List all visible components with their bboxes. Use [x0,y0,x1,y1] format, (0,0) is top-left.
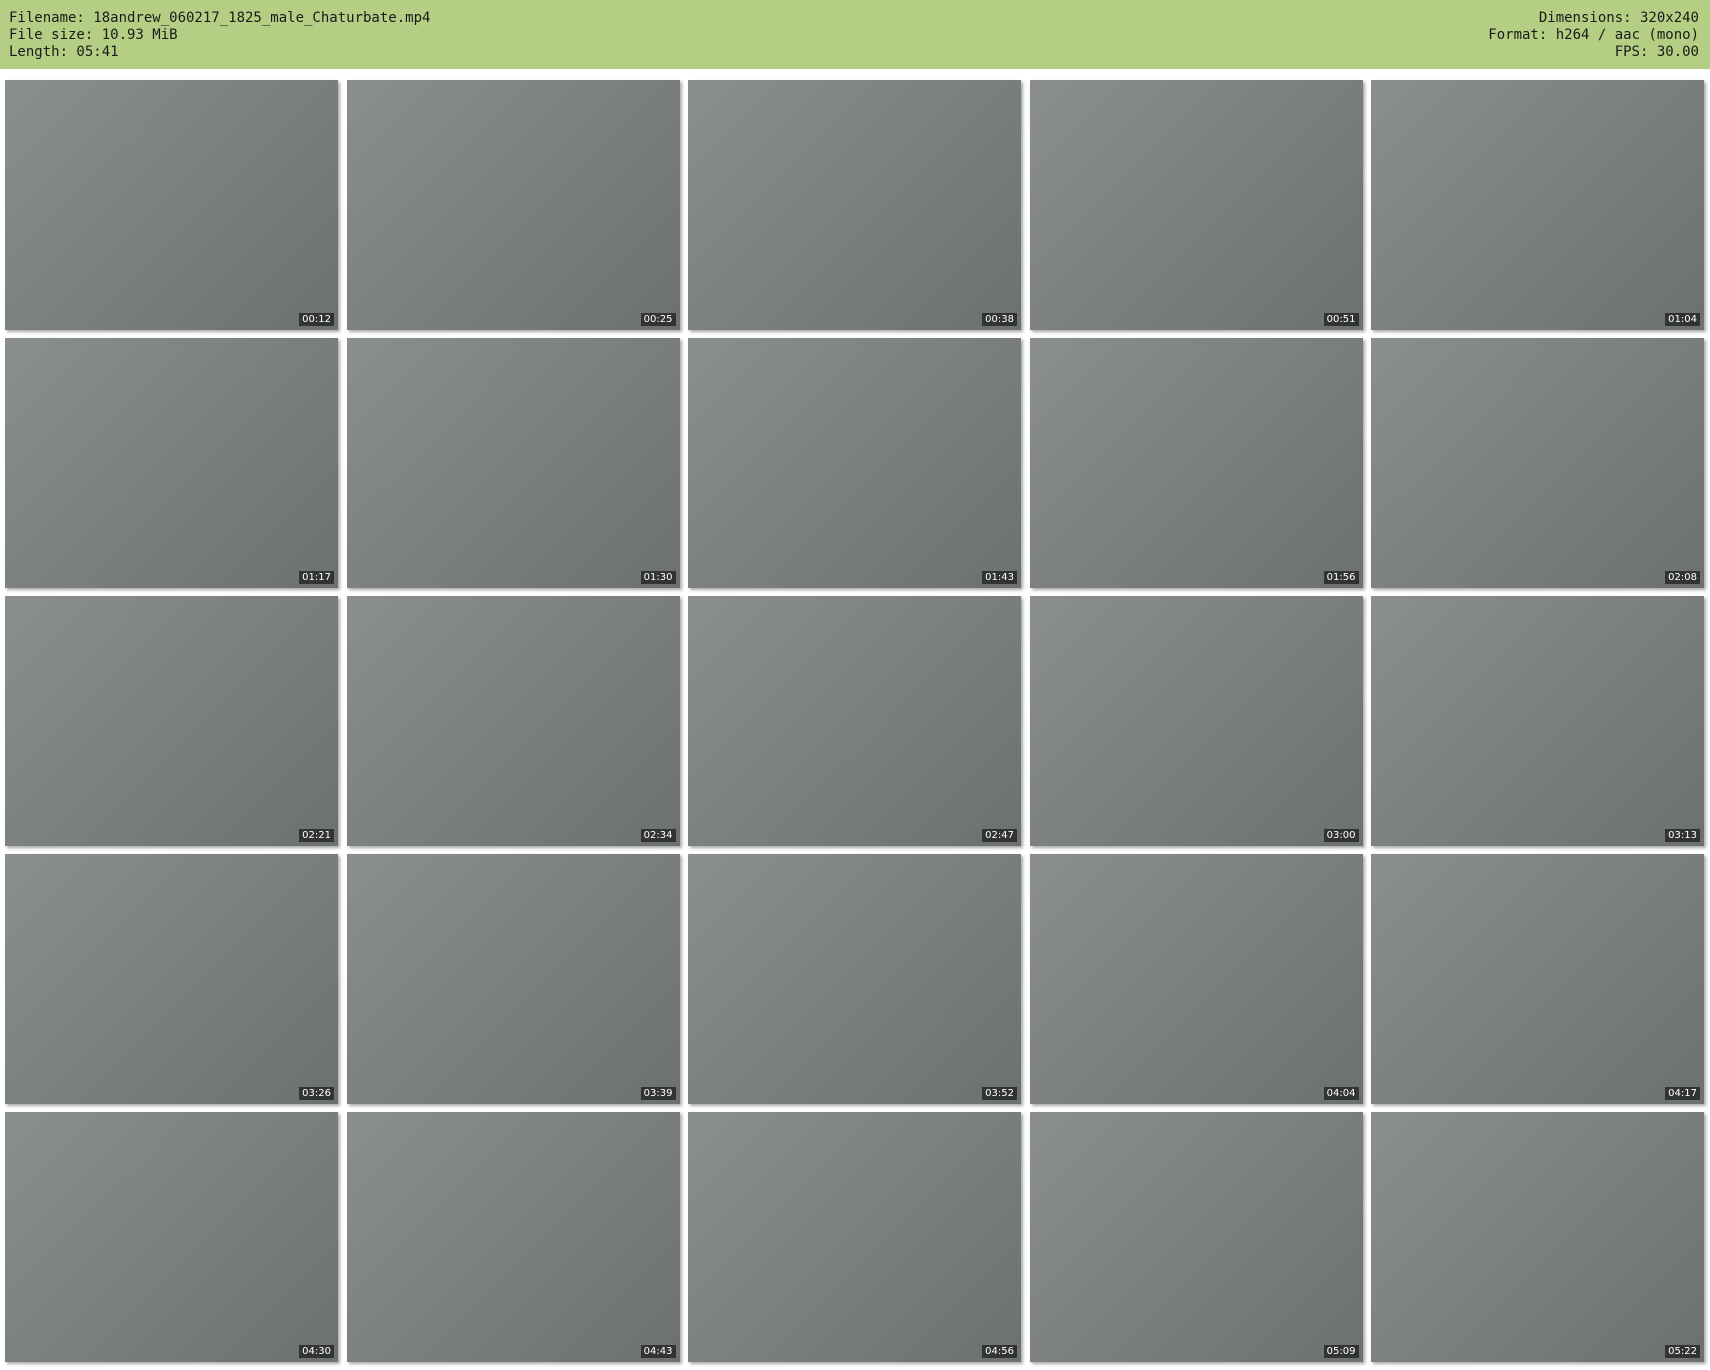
thumbnail-timestamp: 00:51 [1323,313,1359,326]
thumbnail-timestamp: 04:56 [982,1345,1017,1358]
dimensions: Dimensions: 320x240 [1538,10,1699,26]
thumbnail-timestamp: 03:26 [299,1087,334,1100]
video-thumbnail: 02:34 [346,596,680,846]
thumbnail-timestamp: 04:30 [299,1345,334,1358]
header-right: Dimensions: 320x240 Format: h264 / aac (… [1488,10,1699,61]
video-thumbnail: 01:30 [346,338,680,588]
thumbnail-timestamp: 01:30 [640,571,676,584]
video-thumbnail: 03:52 [688,854,1021,1104]
file-size: File size: 10.93 MiB [9,27,178,43]
format: Format: h264 / aac (mono) [1488,27,1699,43]
thumbnail-timestamp: 02:08 [1665,571,1700,584]
video-thumbnail: 04:56 [688,1112,1021,1362]
thumbnail-timestamp: 01:04 [1665,313,1700,326]
video-thumbnail: 00:38 [688,80,1021,330]
thumbnail-timestamp: 01:17 [299,571,334,584]
filename: Filename: 18andrew_060217_1825_male_Chat… [9,10,431,26]
info-header: Filename: 18andrew_060217_1825_male_Chat… [0,0,1710,69]
video-thumbnail: 01:56 [1029,338,1363,588]
video-thumbnail: 00:12 [5,80,338,330]
video-thumbnail: 03:39 [346,854,680,1104]
thumbnail-timestamp: 00:38 [982,313,1017,326]
video-thumbnail: 04:43 [346,1112,680,1362]
video-thumbnail: 04:04 [1029,854,1363,1104]
thumbnail-timestamp: 00:25 [640,313,676,326]
thumbnail-timestamp: 02:34 [640,829,676,842]
thumbnail-timestamp: 05:22 [1665,1345,1700,1358]
video-thumbnail: 02:47 [688,596,1021,846]
thumbnail-timestamp: 03:52 [982,1087,1017,1100]
length: Length: 05:41 [9,44,119,60]
thumbnail-grid: 00:12 00:25 00:38 00:51 01:04 01:17 01:30 01:43… [5,80,1704,1362]
video-thumbnail: 04:17 [1371,854,1704,1104]
video-thumbnail: 00:25 [346,80,680,330]
thumbnail-timestamp: 04:43 [640,1345,676,1358]
video-thumbnail: 05:09 [1029,1112,1363,1362]
video-thumbnail: 03:26 [5,854,338,1104]
thumbnail-timestamp: 04:17 [1665,1087,1700,1100]
thumbnail-timestamp: 02:21 [299,829,334,842]
fps: FPS: 30.00 [1614,44,1699,60]
video-thumbnail: 01:17 [5,338,338,588]
video-thumbnail: 03:00 [1029,596,1363,846]
video-thumbnail: 00:51 [1029,80,1363,330]
header-left: Filename: 18andrew_060217_1825_male_Chat… [9,10,430,61]
thumbnail-timestamp: 03:13 [1665,829,1700,842]
video-thumbnail: 05:22 [1371,1112,1704,1362]
video-thumbnail: 03:13 [1371,596,1704,846]
video-thumbnail: 01:04 [1371,80,1704,330]
video-thumbnail: 01:43 [688,338,1021,588]
thumbnail-timestamp: 01:56 [1323,571,1359,584]
thumbnail-timestamp: 01:43 [982,571,1017,584]
thumbnail-timestamp: 04:04 [1323,1087,1359,1100]
thumbnail-timestamp: 03:00 [1323,829,1359,842]
video-thumbnail: 02:08 [1371,338,1704,588]
thumbnail-timestamp: 05:09 [1323,1345,1359,1358]
thumbnail-timestamp: 03:39 [640,1087,676,1100]
thumbnail-timestamp: 00:12 [299,313,334,326]
thumbnail-timestamp: 02:47 [982,829,1017,842]
video-thumbnail: 02:21 [5,596,338,846]
video-thumbnail: 04:30 [5,1112,338,1362]
